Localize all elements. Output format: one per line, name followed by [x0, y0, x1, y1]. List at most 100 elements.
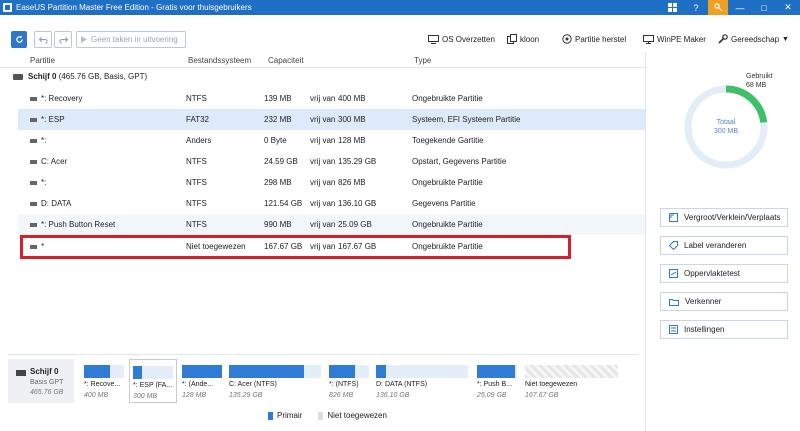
- disk-map-segment[interactable]: *: Push B... 25.09 GB: [477, 359, 517, 403]
- resize-move-label: Vergroot/Verklein/Verplaats: [684, 213, 781, 222]
- menu-partition-recovery-label: Partitie herstel: [575, 34, 627, 44]
- explorer-label: Verkenner: [685, 297, 722, 306]
- partition-row[interactable]: *: NTFS 298 MB vrij van 826 MB Ongebruik…: [18, 172, 645, 193]
- header-partition[interactable]: Partitie: [30, 56, 55, 65]
- used-label: Gebruikt: [746, 73, 773, 80]
- partition-row[interactable]: *: Anders 0 Byte vrij van 128 MB Toegeke…: [18, 130, 645, 151]
- menu-winpe-maker[interactable]: WinPE Maker: [643, 32, 706, 46]
- winpe-icon: [643, 34, 654, 44]
- partition-used: 232 MB: [264, 115, 292, 124]
- disk-map-segment[interactable]: *: (NTFS) 826 MB: [329, 359, 369, 403]
- segment-size: 135.29 GB: [229, 392, 263, 399]
- surface-test-button[interactable]: Oppervlaktetest: [660, 264, 788, 283]
- disk-map-segment[interactable]: *: Recove... 400 MB: [84, 359, 124, 403]
- explorer-button[interactable]: Verkenner: [660, 292, 788, 311]
- legend-unallocated-label: Niet toegewezen: [327, 411, 387, 420]
- partition-row[interactable]: *: Push Button Reset NTFS 990 MB vrij va…: [18, 214, 645, 235]
- partition-free-label: vrij van: [310, 199, 336, 208]
- clone-icon: [507, 34, 517, 44]
- help-icon[interactable]: ?: [684, 0, 708, 15]
- menu-tools-label: Gereedschap: [731, 34, 780, 44]
- partition-fs: Anders: [186, 136, 212, 145]
- segment-label: *: Push B...: [477, 381, 513, 388]
- header-capacity[interactable]: Capaciteit: [268, 56, 304, 65]
- partition-name: D: DATA: [41, 199, 72, 208]
- disk-map-type: Basis GPT: [30, 379, 64, 386]
- maximize-icon[interactable]: □: [752, 0, 776, 15]
- partition-icon: [30, 202, 37, 206]
- partition-row-selected[interactable]: *: ESP FAT32 232 MB vrij van 300 MB Syst…: [18, 109, 645, 130]
- header-filesystem[interactable]: Bestandssysteem: [188, 56, 251, 65]
- partition-name: *: ESP: [41, 115, 65, 124]
- segment-fill: [133, 366, 143, 379]
- disk-map: Schijf 0 Basis GPT 465.76 GB *: Recove..…: [8, 354, 638, 406]
- partition-used: 990 MB: [264, 220, 292, 229]
- legend-primary: Primair: [268, 411, 302, 420]
- disk-map-segment-selected[interactable]: *: ESP (FA... 300 MB: [129, 359, 177, 403]
- pending-operations-button[interactable]: Geen taken in uitvoering: [76, 31, 186, 48]
- undo-button[interactable]: [34, 31, 52, 48]
- minimize-icon[interactable]: —: [728, 0, 752, 15]
- key-icon[interactable]: [708, 0, 728, 15]
- segment-size: 300 MB: [133, 393, 158, 400]
- disk-icon: [16, 370, 26, 376]
- partition-type: Gegevens Partitie: [412, 199, 476, 208]
- partition-free-label: vrij van: [310, 157, 336, 166]
- partition-total: 135.29 GB: [338, 157, 377, 166]
- change-label-button[interactable]: Label veranderen: [660, 236, 788, 255]
- partition-table-header: Partitie Bestandssysteem Capaciteit Type: [0, 52, 645, 68]
- partition-free-label: vrij van: [310, 178, 336, 187]
- partition-type: Ongebruikte Partitie: [412, 220, 483, 229]
- disk-map-segment[interactable]: *: (Ande... 128 MB: [182, 359, 222, 403]
- partition-icon: [30, 160, 37, 164]
- refresh-button[interactable]: [11, 31, 27, 48]
- menu-partition-recovery[interactable]: Partitie herstel: [562, 32, 626, 46]
- disk-map-name: Schijf 0: [30, 367, 59, 376]
- segment-label: *: (NTFS): [329, 381, 359, 388]
- segment-label: C: Acer (NTFS): [229, 381, 277, 388]
- segment-size: 826 MB: [329, 392, 354, 399]
- play-icon: [81, 36, 87, 43]
- partition-used: 121.54 GB: [264, 199, 303, 208]
- legend: Primair Niet toegewezen: [268, 411, 387, 420]
- segment-fill: [182, 365, 222, 378]
- redo-button[interactable]: [54, 31, 72, 48]
- menu-clone[interactable]: kloon: [507, 32, 539, 46]
- partition-type: Toegekende Gartitie: [412, 136, 484, 145]
- side-panel: Gebruikt 68 MB Totaal 300 MB Vergroot/Ve…: [645, 52, 800, 431]
- disk-map-segment[interactable]: D: DATA (NTFS) 136.10 GB: [376, 359, 468, 403]
- segment-unallocated-bar: [525, 365, 618, 378]
- disk-map-segment-unallocated[interactable]: Niet toegewezen 167.67 GB: [525, 359, 618, 403]
- disk-map-size: 465.76 GB: [30, 389, 64, 396]
- legend-unallocated-swatch: [318, 411, 324, 420]
- settings-button[interactable]: Instellingen: [660, 320, 788, 339]
- resize-move-button[interactable]: Vergroot/Verklein/Verplaats: [660, 208, 788, 227]
- menu-tools[interactable]: Gereedschap ▼: [718, 32, 789, 46]
- segment-label: *: Recove...: [84, 381, 121, 388]
- partition-row[interactable]: *: Recovery NTFS 139 MB vrij van 400 MB …: [18, 88, 645, 109]
- header-type[interactable]: Type: [414, 56, 431, 65]
- segment-size: 25.09 GB: [477, 392, 507, 399]
- partition-total: 128 MB: [338, 136, 366, 145]
- partition-total: 136.10 GB: [338, 199, 377, 208]
- toolbar: Geen taken in uitvoering OS Overzetten k…: [0, 28, 800, 50]
- close-icon[interactable]: ✕: [776, 0, 800, 15]
- partition-fs: FAT32: [186, 115, 209, 124]
- partition-used: 298 MB: [264, 178, 292, 187]
- disk-map-disk[interactable]: Schijf 0 Basis GPT 465.76 GB: [8, 359, 74, 403]
- grid-icon[interactable]: [660, 0, 684, 15]
- disk-map-segment[interactable]: C: Acer (NTFS) 135.29 GB: [229, 359, 321, 403]
- partition-name: *:: [41, 136, 47, 145]
- disk-row[interactable]: Schijf 0 (465.76 GB, Basis, GPT): [0, 70, 645, 84]
- segment-size: 167.67 GB: [525, 392, 559, 399]
- partition-total: 300 MB: [338, 115, 366, 124]
- segment-fill: [376, 365, 387, 378]
- partition-row[interactable]: D: DATA NTFS 121.54 GB vrij van 136.10 G…: [18, 193, 645, 214]
- disk-name: Schijf 0: [28, 72, 57, 81]
- partition-fs: NTFS: [186, 94, 207, 103]
- total-value: 300 MB: [713, 128, 739, 135]
- partition-row[interactable]: C: Acer NTFS 24.59 GB vrij van 135.29 GB…: [18, 151, 645, 172]
- segment-label: D: DATA (NTFS): [376, 381, 428, 388]
- menu-os-migrate[interactable]: OS Overzetten: [428, 32, 495, 46]
- surface-test-label: Oppervlaktetest: [684, 269, 741, 278]
